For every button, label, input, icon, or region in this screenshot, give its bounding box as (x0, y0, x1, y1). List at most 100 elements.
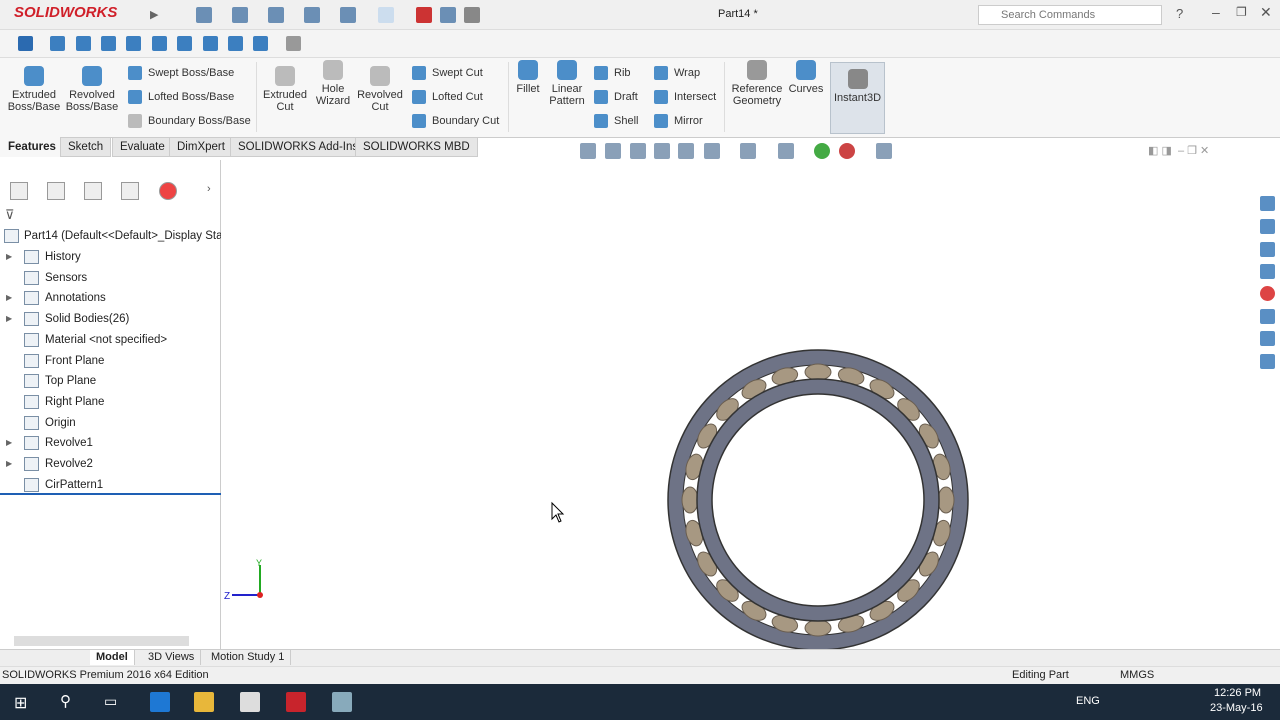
tree-item[interactable]: ▶ History (0, 247, 221, 267)
scene-icon[interactable] (839, 143, 855, 159)
zoom-area-icon[interactable] (605, 143, 621, 159)
tree-item[interactable]: Origin (0, 413, 221, 433)
tab-3d-views[interactable]: 3D Views (142, 650, 202, 665)
search-icon[interactable]: ⚲ (60, 692, 71, 710)
rib-button[interactable]: Rib (592, 64, 631, 82)
open-icon[interactable] (232, 7, 248, 23)
language-indicator[interactable]: ENG (1076, 695, 1100, 707)
boundary-boss-button[interactable]: Boundary Boss/Base (126, 112, 251, 130)
fillet-button[interactable]: Fillet (512, 52, 544, 95)
select-icon[interactable] (378, 7, 394, 23)
hole-wizard-button[interactable]: Hole Wizard (312, 52, 354, 107)
solidworks-forum-icon[interactable] (1260, 331, 1275, 346)
tree-item[interactable]: Top Plane (0, 371, 221, 391)
file-properties-icon[interactable] (440, 7, 456, 23)
revolved-boss-button[interactable]: Revolved Boss/Base (64, 58, 120, 113)
swept-boss-button[interactable]: Swept Boss/Base (126, 64, 234, 82)
tree-root-part[interactable]: Part14 (Default<<Default>_Display Stat (0, 226, 221, 246)
save-icon[interactable] (268, 7, 284, 23)
instant3d-button[interactable]: Instant3D (830, 62, 885, 134)
feature-manager-tab-icon[interactable] (10, 182, 28, 200)
file-explorer-icon[interactable] (1260, 242, 1275, 257)
appearance-icon[interactable] (814, 143, 830, 159)
file-explorer-taskbar-icon[interactable] (194, 692, 214, 712)
dimxpert-manager-tab-icon[interactable] (121, 182, 139, 200)
extruded-cut-button[interactable]: Extruded Cut (260, 58, 310, 113)
insert-icon[interactable] (18, 36, 33, 51)
view-icon-7[interactable] (203, 36, 218, 51)
view-icon-3[interactable] (101, 36, 116, 51)
tab-evaluate[interactable]: Evaluate (112, 137, 173, 157)
expand-arrow-icon[interactable]: ▶ (6, 288, 12, 308)
tree-item[interactable]: ▶ Annotations (0, 288, 221, 308)
tree-item[interactable]: Right Plane (0, 392, 221, 412)
tab-sketch[interactable]: Sketch (60, 137, 112, 157)
boundary-cut-button[interactable]: Boundary Cut (410, 112, 499, 130)
shell-button[interactable]: Shell (592, 112, 638, 130)
view-icon-1[interactable] (50, 36, 65, 51)
restore-button[interactable]: ❐ (1236, 5, 1247, 19)
menu-expand-icon[interactable]: ▶ (150, 8, 158, 21)
display-manager-tab-icon[interactable] (159, 182, 177, 200)
mirror-button[interactable]: Mirror (652, 112, 703, 130)
tree-item[interactable]: Sensors (0, 268, 221, 288)
intersect-button[interactable]: Intersect (652, 88, 716, 106)
section-view-icon[interactable] (654, 143, 670, 159)
configuration-manager-tab-icon[interactable] (84, 182, 102, 200)
reference-geometry-button[interactable]: Reference Geometry (730, 52, 784, 107)
tab-motion-study[interactable]: Motion Study 1 (205, 650, 292, 665)
clock-time[interactable]: 12:26 PM (1214, 687, 1261, 699)
tab-dimxpert[interactable]: DimXpert (169, 137, 233, 157)
design-library-icon[interactable] (1260, 219, 1275, 234)
units-selector[interactable]: MMGS (1120, 667, 1154, 684)
rebuild-icon[interactable] (416, 7, 432, 23)
options-gear-icon[interactable] (464, 7, 480, 23)
close-button[interactable]: ✕ (1260, 4, 1272, 21)
app-taskbar-icon[interactable] (332, 692, 352, 712)
tab-addins[interactable]: SOLIDWORKS Add-Ins (230, 137, 367, 157)
edge-browser-icon[interactable] (150, 692, 170, 712)
expand-arrow-icon[interactable]: ▶ (6, 247, 12, 267)
expand-arrow-icon[interactable]: ▶ (6, 454, 12, 474)
print-icon[interactable] (304, 7, 320, 23)
curves-button[interactable]: Curves (788, 52, 824, 95)
view-palette-icon[interactable] (1260, 264, 1275, 279)
custom-properties-icon[interactable] (1260, 309, 1275, 324)
appearances-icon[interactable] (1260, 286, 1275, 301)
search-commands-input[interactable]: Search Commands (978, 5, 1162, 25)
view-icon-2[interactable] (76, 36, 91, 51)
viewport-window-controls[interactable]: ◧ ◨ – ❐ ✕ (1148, 144, 1209, 157)
expand-panel-icon[interactable]: › (207, 183, 211, 195)
store-icon[interactable] (240, 692, 260, 712)
task-pane-icon[interactable] (1260, 354, 1275, 369)
resources-home-icon[interactable] (1260, 196, 1275, 211)
windows-start-icon[interactable]: ⊞ (14, 693, 27, 713)
view-icon-8[interactable] (228, 36, 243, 51)
lofted-boss-button[interactable]: Lofted Boss/Base (126, 88, 234, 106)
hide-show-icon[interactable] (778, 143, 794, 159)
tab-model[interactable]: Model (90, 650, 135, 665)
clock-date[interactable]: 23-May-16 (1210, 702, 1263, 714)
previous-view-icon[interactable] (630, 143, 646, 159)
task-view-icon[interactable]: ▭ (104, 693, 117, 710)
rollback-bar[interactable] (0, 493, 221, 495)
minimize-button[interactable]: – (1212, 4, 1220, 20)
tree-item[interactable]: Material <not specified> (0, 330, 221, 350)
view-icon-6[interactable] (177, 36, 192, 51)
expand-arrow-icon[interactable]: ▶ (6, 433, 12, 453)
revolved-cut-button[interactable]: Revolved Cut (356, 58, 404, 113)
tree-item[interactable]: ▶ Solid Bodies(26) (0, 309, 221, 329)
property-manager-tab-icon[interactable] (47, 182, 65, 200)
graphics-area[interactable]: Z Y (222, 160, 1257, 650)
view-orientation-icon[interactable] (704, 143, 720, 159)
view-icon-9[interactable] (253, 36, 268, 51)
view-icon-4[interactable] (126, 36, 141, 51)
lofted-cut-button[interactable]: Lofted Cut (410, 88, 483, 106)
tree-item[interactable]: ▶ Revolve2 (0, 454, 221, 474)
view-icon-5[interactable] (152, 36, 167, 51)
tab-features[interactable]: Features (0, 137, 64, 157)
view-settings-icon[interactable] (876, 143, 892, 159)
linear-pattern-button[interactable]: Linear Pattern (546, 52, 588, 107)
solidworks-taskbar-icon[interactable] (286, 692, 306, 712)
expand-arrow-icon[interactable]: ▶ (6, 309, 12, 329)
